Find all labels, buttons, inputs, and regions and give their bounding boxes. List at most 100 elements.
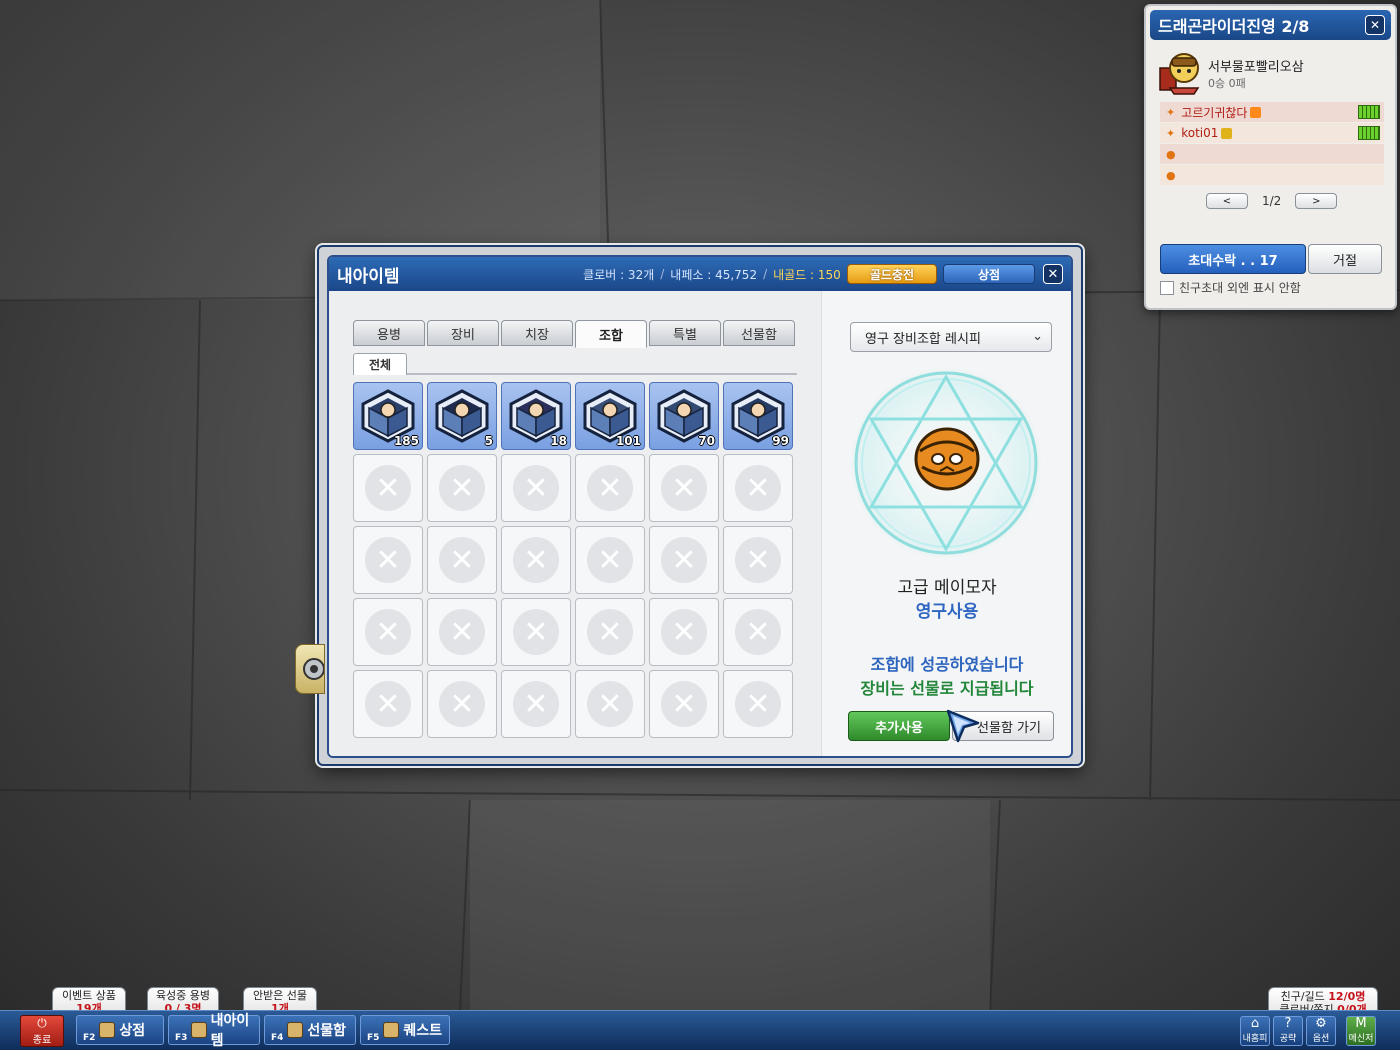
gear-icon[interactable]: ⚙ 옵션 (1306, 1016, 1336, 1046)
inventory-slot-filled[interactable]: 99 (723, 382, 793, 450)
member-slot-icon: ✦ (1166, 105, 1176, 119)
inventory-slot-empty[interactable]: ✕ (575, 526, 645, 594)
reject-invite-button[interactable]: 거절 (1308, 244, 1382, 274)
hide-invites-checkbox[interactable] (1160, 280, 1174, 295)
inventory-slot-empty[interactable]: ✕ (723, 526, 793, 594)
inventory-slot-empty[interactable]: ✕ (353, 526, 423, 594)
right-icon-label: 공략 (1279, 1034, 1297, 1044)
mouse-cursor-icon (946, 709, 980, 743)
inventory-slot-empty[interactable]: ✕ (723, 454, 793, 522)
member-row[interactable]: ● (1160, 144, 1384, 164)
member-row[interactable]: ● (1160, 165, 1384, 185)
inventory-slot-empty[interactable]: ✕ (501, 598, 571, 666)
inventory-slot-empty[interactable]: ✕ (353, 670, 423, 738)
category-tabs: 용병 장비 치장 조합 특별 선물함 (353, 320, 795, 348)
inventory-slot-empty[interactable]: ✕ (723, 670, 793, 738)
member-name: 고르기귀찮다 (1181, 105, 1248, 120)
quest-icon (383, 1022, 400, 1038)
gold-count: 내골드 : 150 (773, 267, 841, 282)
extra-use-button[interactable]: 추가사용 (848, 711, 950, 741)
tab-1[interactable]: 장비 (427, 320, 499, 346)
close-icon[interactable]: ✕ (1365, 15, 1385, 35)
taskbar-quest[interactable]: F5 퀘스트 (360, 1015, 450, 1045)
gold-charge-button[interactable]: 골드충전 (846, 264, 937, 284)
tab-2[interactable]: 치장 (501, 320, 573, 346)
rank-badge-icon (1250, 106, 1262, 118)
currency-stats: 클로버 : 32개 / 내페소 : 45,752 / 내골드 : 150 (583, 266, 841, 283)
ready-status-icon (1358, 105, 1380, 119)
inventory-slot-empty[interactable]: ✕ (649, 598, 719, 666)
empty-x-icon: ✕ (735, 465, 781, 511)
window-title: 내아이템 (337, 266, 400, 287)
member-row[interactable]: ✦ koti01 (1160, 123, 1384, 143)
empty-x-icon: ✕ (587, 609, 633, 655)
host-record: 0승 0패 (1208, 77, 1246, 90)
invite-title-bar: 드래곤라이더진영 2/8 ✕ (1150, 10, 1391, 40)
quit-button[interactable]: ⏻ 종료 (20, 1015, 64, 1047)
bottom-taskbar: ⏻ 종료 F2 상점 F3 내아이템 F4 선물함 F5 퀘스트 (0, 1010, 1400, 1050)
taskbar-my-items[interactable]: F3 내아이템 (168, 1013, 260, 1049)
home-glyph: ⌂ (1250, 1016, 1260, 1031)
inventory-slot-empty[interactable]: ✕ (501, 454, 571, 522)
tab-3[interactable]: 조합 (575, 320, 647, 348)
page-indicator: 1/2 (1262, 194, 1282, 208)
power-icon: ⏻ (37, 1016, 47, 1030)
inventory-pane: 용병 장비 치장 조합 특별 선물함 전체 185 5 18 101 70 99 ✕ ✕ ✕ ✕ ✕ ✕ ✕ ✕ ✕ ✕… (329, 291, 821, 756)
accept-invite-button[interactable]: 초대수락 . . 17 (1160, 244, 1306, 274)
subtab-all[interactable]: 전체 (353, 353, 407, 375)
inventory-slot-empty[interactable]: ✕ (575, 598, 645, 666)
inventory-slot-empty[interactable]: ✕ (353, 454, 423, 522)
inventory-slot-filled[interactable]: 5 (427, 382, 497, 450)
empty-x-icon: ✕ (735, 681, 781, 727)
gear-glyph: ⚙ (1315, 1016, 1327, 1031)
inventory-slot-empty[interactable]: ✕ (723, 598, 793, 666)
bubble-title: 육성중 용병 (155, 989, 211, 1002)
taskbar-gift-box[interactable]: F4 선물함 (264, 1015, 356, 1045)
taskbar-shop[interactable]: F2 상점 (76, 1015, 164, 1045)
inventory-slot-empty[interactable]: ✕ (575, 670, 645, 738)
next-page-button[interactable]: > (1295, 193, 1338, 209)
tab-5[interactable]: 선물함 (723, 320, 795, 346)
item-count: 185 (393, 434, 419, 448)
empty-x-icon: ✕ (661, 465, 707, 511)
shop-button[interactable]: 상점 (943, 264, 1035, 284)
side-character-tab[interactable] (295, 644, 325, 694)
peso-count: 내페소 : 45,752 (670, 267, 758, 282)
hide-invites-option[interactable]: 친구초대 외엔 표시 안함 (1160, 279, 1301, 296)
inventory-slot-filled[interactable]: 70 (649, 382, 719, 450)
inventory-slot-filled[interactable]: 101 (575, 382, 645, 450)
empty-x-icon: ✕ (587, 465, 633, 511)
recipe-dropdown-value: 영구 장비조합 레시피 (865, 331, 981, 347)
inventory-slot-empty[interactable]: ✕ (427, 454, 497, 522)
inventory-slot-filled[interactable]: 18 (501, 382, 571, 450)
inventory-slot-filled[interactable]: 185 (353, 382, 423, 450)
my-items-icon (191, 1022, 207, 1038)
inventory-slot-empty[interactable]: ✕ (501, 526, 571, 594)
close-icon[interactable]: ✕ (1043, 264, 1063, 284)
tab-0[interactable]: 용병 (353, 320, 425, 346)
member-row[interactable]: ✦ 고르기귀찮다 (1160, 102, 1384, 122)
recipe-dropdown[interactable]: 영구 장비조합 레시피 ⌄ (850, 322, 1052, 352)
ready-status-icon (1358, 126, 1380, 140)
inventory-slot-empty[interactable]: ✕ (649, 526, 719, 594)
bubble-title: 이벤트 상품 (61, 989, 117, 1002)
inventory-slot-empty[interactable]: ✕ (649, 454, 719, 522)
home-icon[interactable]: ⌂ 내홈피 (1240, 1016, 1270, 1046)
prev-page-button[interactable]: < (1206, 193, 1248, 209)
member-name: koti01 (1181, 126, 1219, 140)
gift-delivery-message: 장비는 선물로 지급됩니다 (860, 679, 1034, 698)
inventory-slot-empty[interactable]: ✕ (575, 454, 645, 522)
hotkey-label: F3 (175, 1033, 188, 1043)
inventory-slot-empty[interactable]: ✕ (427, 526, 497, 594)
inventory-slot-empty[interactable]: ✕ (353, 598, 423, 666)
item-count: 101 (615, 434, 641, 448)
help-icon[interactable]: ? 공략 (1273, 1016, 1303, 1046)
inventory-slot-empty[interactable]: ✕ (649, 670, 719, 738)
messenger-icon[interactable]: M 메신저 (1346, 1016, 1376, 1046)
inventory-slot-empty[interactable]: ✕ (427, 670, 497, 738)
right-icon-label: 내홈피 (1242, 1034, 1268, 1044)
tab-4[interactable]: 특별 (649, 320, 721, 346)
empty-x-icon: ✕ (513, 465, 559, 511)
inventory-slot-empty[interactable]: ✕ (427, 598, 497, 666)
inventory-slot-empty[interactable]: ✕ (501, 670, 571, 738)
